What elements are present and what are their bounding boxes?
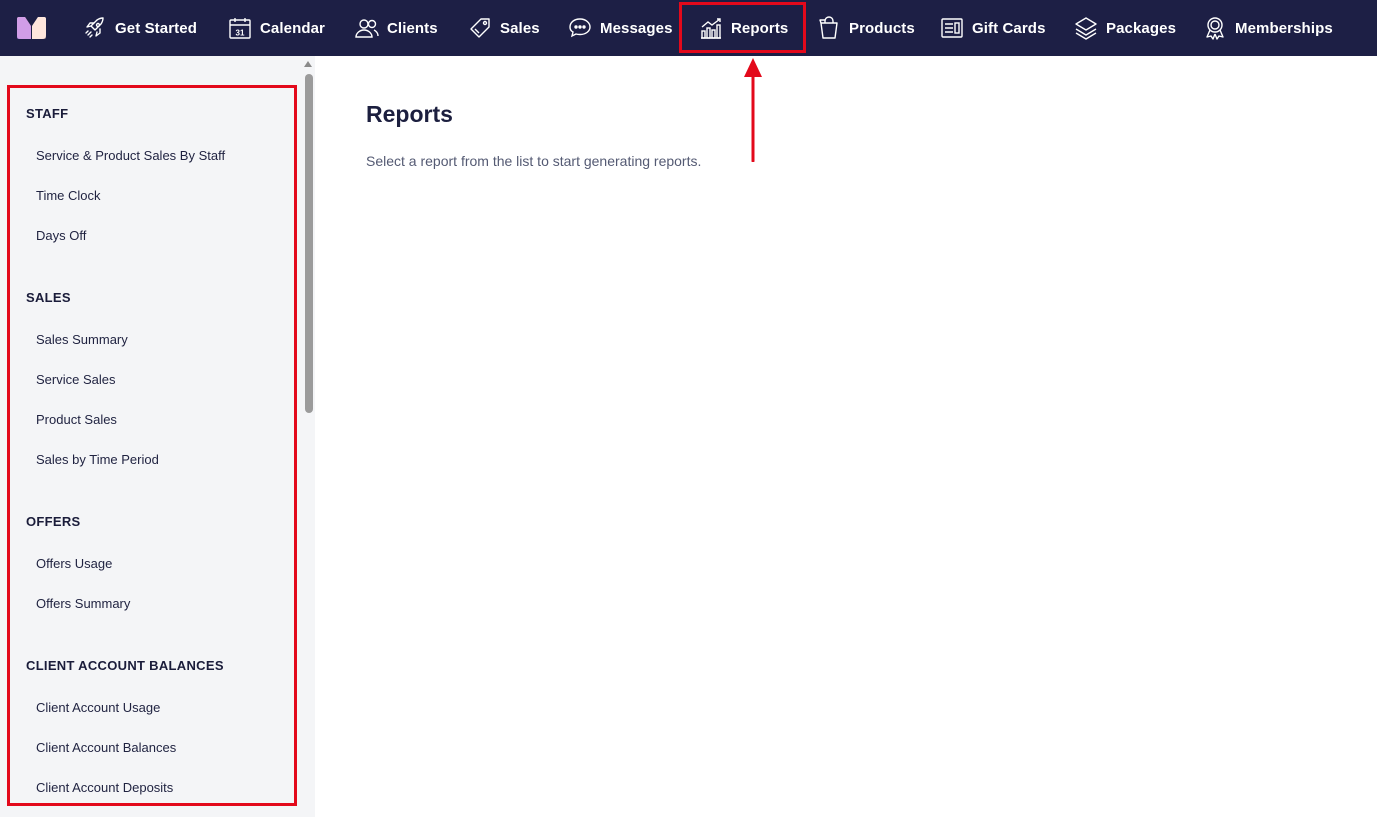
nav-memberships[interactable]: Memberships — [1203, 0, 1333, 56]
nav-packages-label: Packages — [1106, 19, 1177, 37]
gift-card-icon — [940, 16, 964, 40]
nav-calendar[interactable]: 31 Calendar — [228, 0, 325, 56]
app-logo[interactable] — [17, 17, 46, 39]
nav-messages-label: Messages — [600, 19, 673, 37]
sidebar-scroll-thumb[interactable] — [305, 74, 313, 413]
nav-get-started[interactable]: Get Started — [83, 0, 197, 56]
nav-calendar-label: Calendar — [260, 19, 325, 37]
badge-icon — [1203, 16, 1227, 40]
tag-icon — [468, 16, 492, 40]
nav-products[interactable]: Products — [817, 0, 915, 56]
scroll-up-arrow-icon[interactable] — [304, 61, 312, 67]
annotation-highlight-reports-tab — [679, 2, 806, 53]
nav-gift-cards[interactable]: Gift Cards — [940, 0, 1046, 56]
rocket-icon — [83, 16, 107, 40]
annotation-arrow-icon — [744, 58, 762, 162]
nav-gift-cards-label: Gift Cards — [972, 19, 1046, 37]
nav-clients[interactable]: Clients — [355, 0, 438, 56]
nav-memberships-label: Memberships — [1235, 19, 1333, 37]
nav-sales-label: Sales — [500, 19, 540, 37]
nav-products-label: Products — [849, 19, 915, 37]
users-icon — [355, 16, 379, 40]
layers-icon — [1074, 16, 1098, 40]
nav-get-started-label: Get Started — [115, 19, 197, 37]
page-instructions: Select a report from the list to start g… — [366, 153, 702, 169]
calendar-icon: 31 — [228, 16, 252, 40]
nav-clients-label: Clients — [387, 19, 438, 37]
nav-packages[interactable]: Packages — [1074, 0, 1176, 56]
annotation-highlight-report-list — [7, 85, 297, 806]
nav-messages[interactable]: Messages — [568, 0, 673, 56]
page-title: Reports — [366, 101, 453, 127]
calendar-icon-text: 31 — [235, 29, 245, 38]
nav-sales[interactable]: Sales — [468, 0, 540, 56]
shopping-bag-icon — [817, 16, 841, 40]
chat-icon — [568, 16, 592, 40]
